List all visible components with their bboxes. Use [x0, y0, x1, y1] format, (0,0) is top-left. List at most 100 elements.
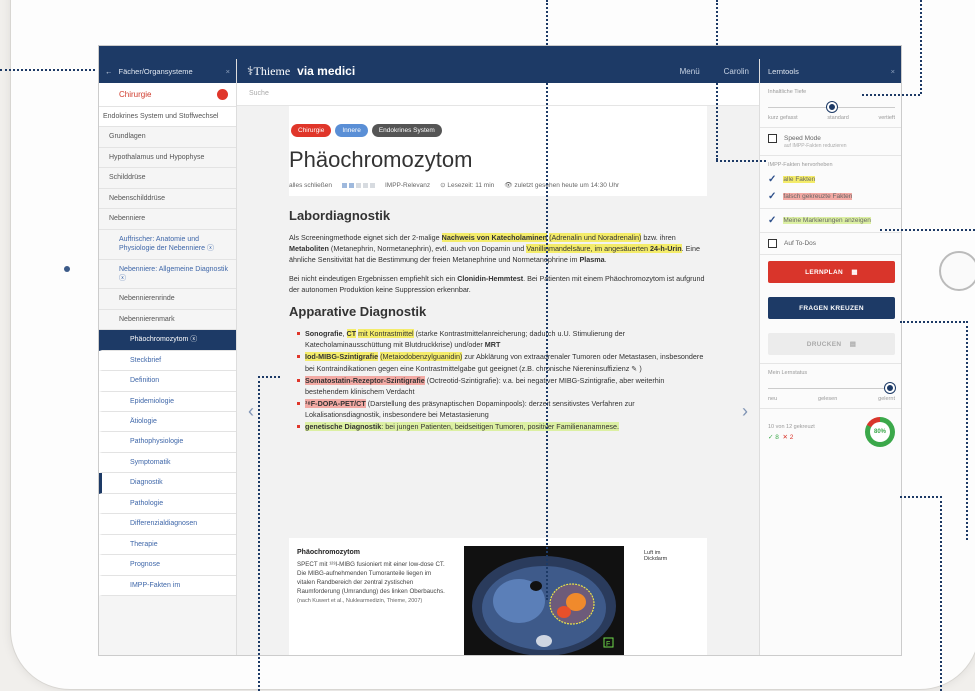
list-item: Iod-MIBG-Szintigrafie (Metaiodobenzylgua…: [297, 351, 707, 373]
drucken-button[interactable]: DRUCKEN ▤: [768, 333, 895, 355]
slider-knob[interactable]: [826, 102, 837, 112]
subject-label: Chirurgie: [119, 90, 152, 99]
article-header: Chirurgie Innere Endokrines System Phäochr…: [289, 106, 707, 196]
sidebar-item[interactable]: Differenzialdiagnosen: [99, 514, 236, 535]
depth-slider[interactable]: [768, 101, 895, 115]
sidebar-item[interactable]: Endokrines System und Stoffwechsel: [99, 107, 236, 128]
sidebar-item[interactable]: IMPP-Fakten im: [99, 575, 236, 596]
thieme-logo[interactable]: ⚕Thieme via medici: [247, 64, 355, 79]
sidebar-header[interactable]: ← Fächer/Organsysteme ×: [99, 59, 236, 83]
user-link[interactable]: Carolin: [724, 67, 749, 76]
callout-line: [258, 376, 280, 378]
sidebar-item[interactable]: Prognose: [99, 555, 236, 576]
sidebar-item[interactable]: Schilddrüse: [99, 168, 236, 189]
prev-arrow-icon[interactable]: ‹: [243, 401, 259, 431]
subject-item[interactable]: Chirurgie: [99, 83, 236, 107]
tag-chip[interactable]: Innere: [335, 124, 368, 137]
checkbox[interactable]: [768, 134, 777, 143]
sidebar-item[interactable]: Pathologie: [99, 493, 236, 515]
callout-line: [546, 0, 548, 600]
lernplan-button[interactable]: LERNPLAN ▦: [768, 261, 895, 283]
callout-line: [880, 229, 975, 231]
status-slider[interactable]: [768, 382, 895, 396]
check-icon: ✓: [768, 215, 777, 226]
tag-chip[interactable]: Endokrines System: [371, 124, 442, 137]
sidebar-item[interactable]: Diagnostik: [99, 473, 236, 494]
figure-text: SPECT mit ¹²³I-MIBG fusioniert mit einer…: [297, 561, 445, 596]
panel-title: Lerntools: [768, 66, 799, 76]
sidebar-item[interactable]: Hypothalamus und Hypophyse: [99, 148, 236, 169]
check-icon: ✓: [768, 174, 777, 185]
checkbox[interactable]: [768, 239, 777, 248]
status-bar: [99, 46, 901, 59]
correct-count: ✓ 8: [768, 433, 779, 441]
figure-card[interactable]: Phäochromozytom SPECT mit ¹²³I-MIBG fusi…: [289, 538, 707, 655]
article-content: Chirurgie Innere Endokrines System Phäochr…: [237, 106, 759, 655]
read-time: ⊙ Lesezeit: 11 min: [440, 182, 495, 189]
back-arrow-icon[interactable]: ←: [105, 67, 113, 76]
list-item: ¹⁸F-DOPA-PET/CT (Darstellung des präsyna…: [297, 398, 707, 420]
callout-line: [920, 0, 922, 94]
sidebar-item[interactable]: Grundlagen: [99, 127, 236, 148]
all-facts-toggle[interactable]: ✓ alle Fakten: [768, 174, 895, 185]
sidebar-item[interactable]: Ätiologie: [99, 412, 236, 433]
speed-mode-section: Speed Mode auf IMPP-Fakten reduzieren: [760, 128, 901, 156]
search-input[interactable]: Suche: [237, 83, 759, 106]
impp-section: IMPP-Fakten hervorheben ✓ alle Fakten ✓ fa…: [760, 156, 901, 209]
page-title: Phäochromozytom: [289, 147, 473, 172]
callout-line: [966, 321, 968, 540]
sidebar-item[interactable]: Epidemiologie: [99, 391, 236, 412]
wrong-facts-toggle[interactable]: ✓ falsch gekreuzte Fakten: [768, 191, 895, 202]
list-item: Sonografie, CT mit Kontrastmittel (stark…: [297, 328, 707, 350]
score-donut: 80%: [865, 417, 895, 447]
ct-scan-image: F: [464, 546, 624, 655]
list-item: genetische Diagnostik: bei jungen Patien…: [297, 421, 707, 432]
sidebar-item[interactable]: Symptomatik: [99, 452, 236, 474]
speed-mode-checkbox[interactable]: Speed Mode: [768, 134, 895, 143]
fragen-kreuzen-button[interactable]: FRAGEN KREUZEN: [768, 297, 895, 319]
figure-label: Luft im Dickdarm: [644, 550, 668, 562]
callout-line: [716, 0, 718, 160]
callout-line: [862, 94, 920, 96]
figure-caption: Phäochromozytom SPECT mit ¹²³I-MIBG fusi…: [297, 548, 447, 606]
menu-link[interactable]: Menü: [680, 67, 700, 76]
sidebar-item[interactable]: Pathophysiologie: [99, 432, 236, 453]
home-button[interactable]: [939, 251, 975, 291]
tag-chip[interactable]: Chirurgie: [291, 124, 332, 137]
sidebar-item[interactable]: Nebenschilddrüse: [99, 189, 236, 210]
close-icon[interactable]: ×: [226, 67, 230, 76]
app-header: ⚕Thieme via medici Menü Carolin: [237, 59, 759, 83]
article-body: Labordiagnostik Als Screeningmethode eig…: [289, 206, 707, 433]
sidebar-item[interactable]: Phäochromozytom ⓧ: [99, 330, 236, 351]
sidebar-item[interactable]: Definition: [99, 371, 236, 392]
next-arrow-icon[interactable]: ›: [737, 401, 753, 431]
figure-marker: F: [606, 641, 610, 648]
callout-line: [900, 321, 968, 323]
collapse-all-link[interactable]: alles schließen: [289, 182, 332, 189]
depth-level: vertieft: [878, 115, 895, 121]
bullet-list: Sonografie, CT mit Kontrastmittel (stark…: [297, 328, 707, 432]
score-text: 10 von 12 gekreuzt: [768, 423, 815, 430]
todo-checkbox[interactable]: Auf To-Dos: [768, 239, 895, 248]
sidebar-item[interactable]: Steckbrief: [99, 350, 236, 372]
depth-level: standard: [827, 115, 849, 121]
sidebar-item[interactable]: Nebenniere: Allgemeine Diagnostik ⓧ: [99, 260, 236, 290]
printer-icon: ▤: [849, 341, 857, 348]
sidebar-item[interactable]: Nebennierenmark: [99, 310, 236, 331]
sidebar-item[interactable]: Therapie: [99, 534, 236, 556]
status-level: neu: [768, 396, 778, 402]
sidebar-item[interactable]: Nebennierenrinde: [99, 289, 236, 310]
callout-line: [940, 496, 942, 691]
slider-knob[interactable]: [885, 383, 895, 393]
heading-labordiagnostik: Labordiagnostik: [289, 208, 391, 223]
close-icon[interactable]: ×: [891, 67, 895, 76]
question-score[interactable]: 10 von 12 gekreuzt ✓ 8 ✕ 2 80%: [760, 409, 901, 455]
sidebar-item[interactable]: Nebenniere: [99, 209, 236, 230]
callout-line: [900, 496, 942, 498]
learning-tools-panel: Lerntools × Inhaltliche Tiefe kurz gefas…: [759, 59, 901, 655]
last-seen: 👁 zuletzt gesehen heute um 14:30 Uhr: [504, 182, 620, 189]
subject-color-dot: [217, 89, 228, 100]
my-marks-toggle[interactable]: ✓ Meine Markierungen anzeigen: [768, 215, 895, 226]
sidebar-item[interactable]: Auffrischer: Anatomie und Physiologie de…: [99, 230, 236, 260]
paragraph: Bei nicht eindeutigen Ergebnissen empfie…: [289, 273, 705, 294]
